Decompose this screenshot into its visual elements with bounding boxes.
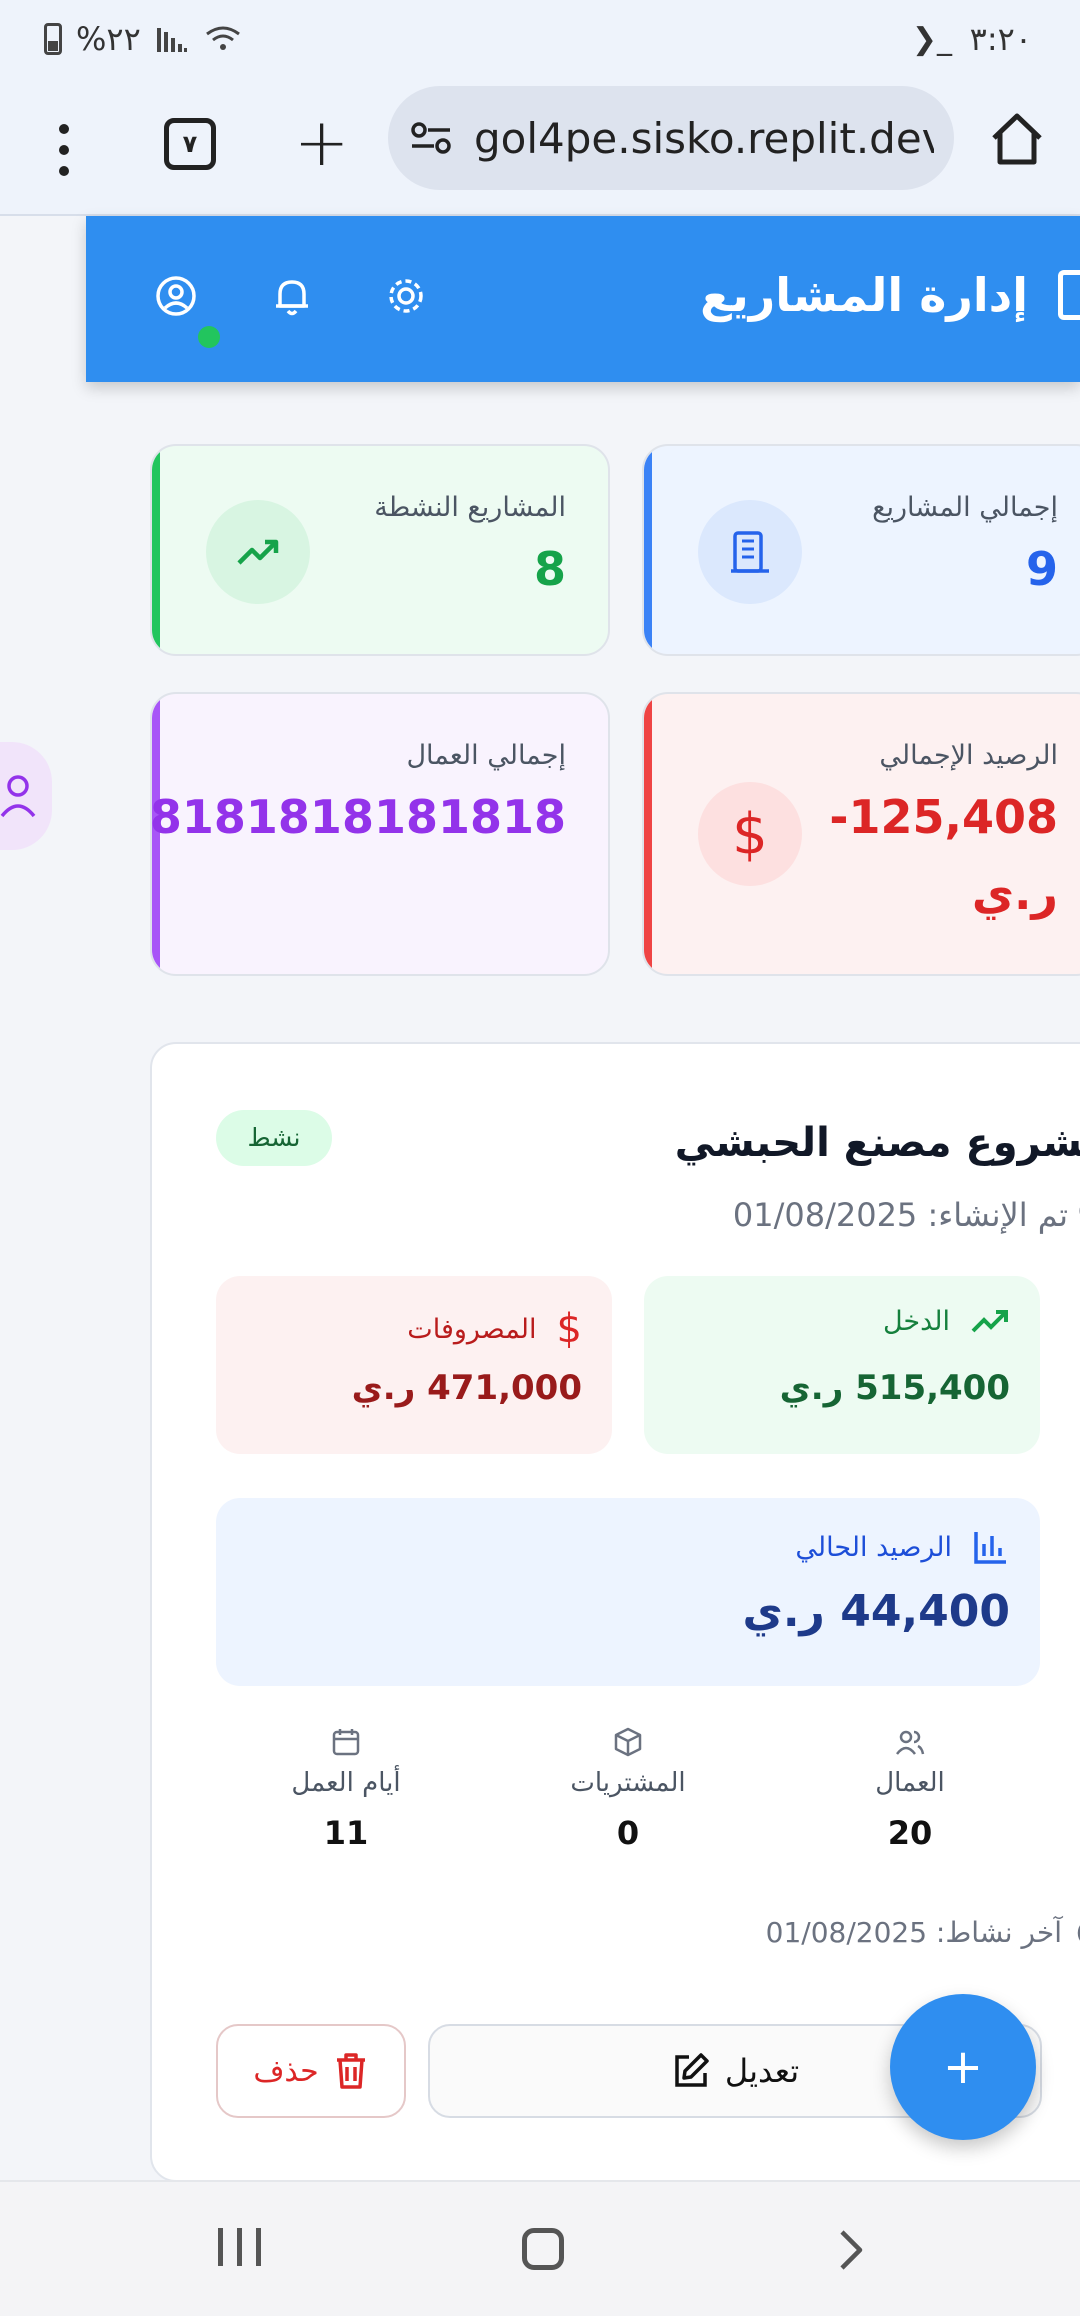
edit-label: تعديل: [724, 2052, 800, 2090]
url-text[interactable]: gol4pe.sisko.replit.dev: [474, 114, 934, 163]
expenses-box: $ المصروفات 471,000 ر.ي: [216, 1276, 612, 1454]
home-icon[interactable]: [988, 110, 1046, 168]
site-settings-icon[interactable]: [410, 120, 452, 156]
stat-card-total-projects[interactable]: إجمالي المشاريع 9: [642, 444, 1080, 656]
stat-currency: ر.ي: [971, 866, 1058, 920]
calendar-icon: [332, 1729, 360, 1756]
balance-label: الرصيد الحالي: [795, 1531, 952, 1563]
income-value: 515,400 ر.ي: [779, 1368, 1010, 1408]
bell-icon[interactable]: [268, 272, 316, 320]
status-badge: نشط: [216, 1110, 332, 1166]
package-icon: [614, 1727, 642, 1757]
browser-menu-button[interactable]: [40, 118, 88, 182]
stat-label: إجمالي المشاريع: [872, 492, 1058, 523]
purchases-label: المشتريات: [570, 1768, 686, 1798]
stat-card-total-workers[interactable]: إجمالي العمال 01818181818181818: [150, 692, 610, 976]
project-name: مشروع مصنع الحبشي: [674, 1120, 1080, 1166]
income-label: الدخل: [882, 1306, 950, 1337]
work-days-label: أيام العمل: [291, 1768, 401, 1798]
stat-card-active-projects[interactable]: المشاريع النشطة 8: [150, 444, 610, 656]
clock: ٣:٢٠: [969, 20, 1032, 58]
recent-apps-button[interactable]: [218, 2228, 261, 2266]
dollar-icon: $: [556, 1306, 582, 1352]
trash-icon: [336, 2053, 365, 2089]
income-box: الدخل 515,400 ر.ي: [644, 1276, 1040, 1454]
terminal-icon: ❯_: [911, 22, 952, 57]
project-created-row: تم الإنشاء: 01/08/2025: [733, 1196, 1080, 1234]
created-date: تم الإنشاء: 01/08/2025: [732, 1196, 1068, 1234]
stat-value: 01818181818181818: [150, 790, 566, 844]
stat-label: المشاريع النشطة: [374, 492, 566, 523]
users-icon: [896, 1730, 925, 1755]
stat-label: إجمالي العمال: [406, 740, 566, 771]
last-activity: آخر نشاط: 01/08/2025: [765, 1916, 1062, 1949]
delete-label: حذف: [253, 2053, 319, 2089]
gear-icon[interactable]: [382, 272, 430, 320]
status-bar: %٢٢ ❯_ ٣:٢٠: [0, 0, 1080, 80]
dollar-icon: $: [698, 782, 802, 886]
online-status-dot: [198, 326, 220, 348]
address-bar[interactable]: gol4pe.sisko.replit.dev: [388, 86, 954, 190]
stat-card-total-balance[interactable]: الرصيد الإجمالي 125,408- ر.ي $: [642, 692, 1080, 976]
tab-switcher-button[interactable]: ٧: [164, 118, 216, 170]
workers-value: 20: [887, 1814, 933, 1852]
bar-chart-icon: [974, 1532, 1006, 1564]
user-avatar-icon[interactable]: [152, 272, 200, 320]
wifi-icon: [205, 26, 240, 50]
stat-label: الرصيد الإجمالي: [879, 740, 1058, 771]
last-activity-row: آخر نشاط: 01/08/2025: [766, 1916, 1080, 1949]
trending-up-icon: [206, 500, 310, 604]
battery-level: %٢٢: [76, 20, 141, 58]
stat-value: 125,408-: [829, 790, 1058, 844]
back-button[interactable]: [826, 2226, 874, 2274]
browser-toolbar: ٧ + gol4pe.sisko.replit.dev: [0, 80, 1080, 216]
stat-value: 8: [533, 542, 566, 596]
trending-up-icon: [971, 1309, 1008, 1332]
users-icon: [0, 742, 52, 850]
building-icon: [698, 500, 802, 604]
page-title: إدارة المشاريع: [700, 268, 1028, 322]
balance-box: الرصيد الحالي 44,400 ر.ي: [216, 1498, 1040, 1686]
battery-icon: [44, 23, 62, 55]
expenses-label: المصروفات: [407, 1313, 537, 1345]
home-button[interactable]: [522, 2228, 564, 2270]
edit-icon: [675, 2053, 709, 2087]
building-icon: [1058, 270, 1080, 320]
workers-label: العمال: [875, 1768, 945, 1798]
signal-icon: [156, 28, 187, 52]
work-days-value: 11: [323, 1814, 369, 1852]
system-nav-bar: [0, 2180, 1080, 2316]
new-tab-button[interactable]: +: [294, 110, 349, 176]
expenses-value: 471,000 ر.ي: [351, 1368, 582, 1408]
purchases-value: 0: [616, 1814, 640, 1852]
app-header: إدارة المشاريع: [86, 216, 1080, 382]
add-project-button[interactable]: +: [890, 1994, 1036, 2140]
work-days-stat: أيام العمل 11: [256, 1726, 436, 1852]
balance-value: 44,400 ر.ي: [742, 1586, 1011, 1637]
stat-value: 9: [1025, 542, 1058, 596]
workers-stat: العمال 20: [820, 1726, 1000, 1852]
delete-button[interactable]: حذف: [216, 2024, 406, 2118]
clock-icon: [1077, 1924, 1080, 1941]
status-left: %٢٢: [44, 20, 243, 58]
purchases-stat: المشتريات 0: [538, 1726, 718, 1852]
